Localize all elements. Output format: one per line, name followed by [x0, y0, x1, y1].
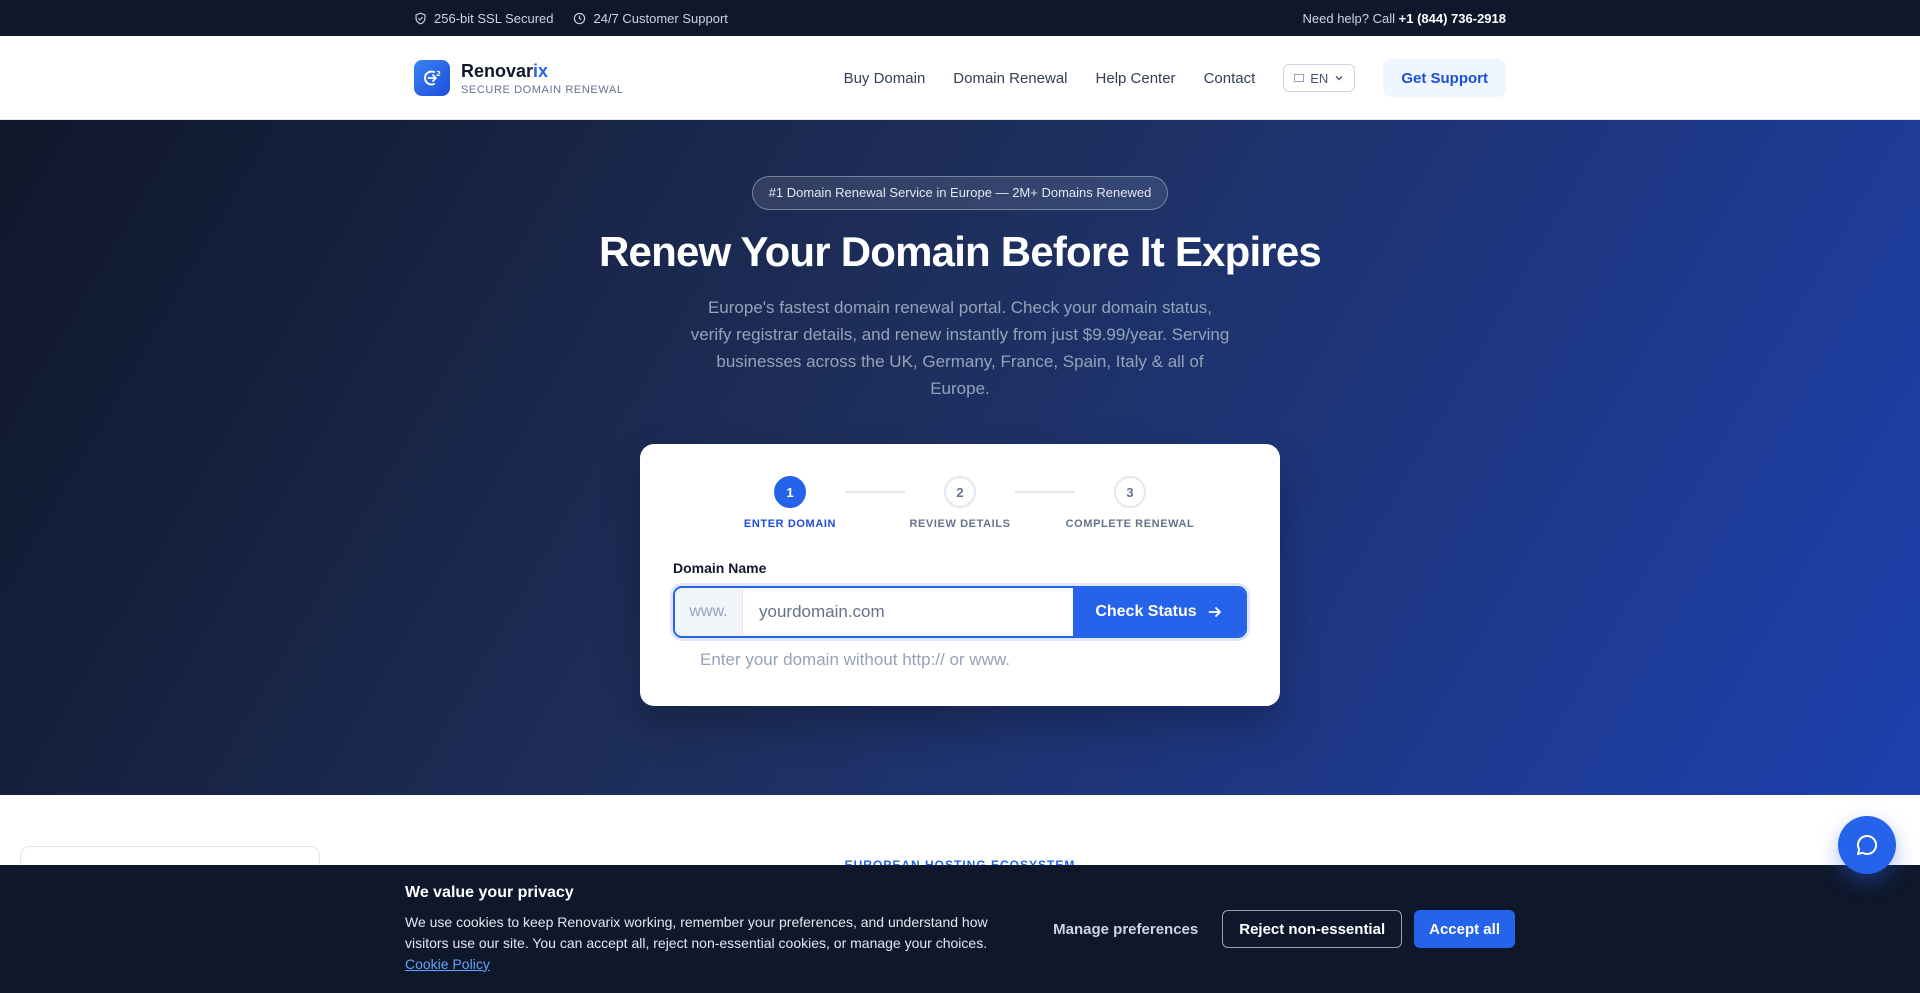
hero-title: Renew Your Domain Before It Expires	[599, 228, 1322, 275]
step-connector	[1015, 491, 1075, 493]
brand-logo[interactable]: 2 Renovarix SECURE DOMAIN RENEWAL	[414, 60, 624, 96]
svg-text:2: 2	[436, 70, 441, 78]
step-enter-domain: 1 ENTER DOMAIN	[735, 476, 845, 530]
chevron-down-icon	[1335, 76, 1343, 81]
step-number: 1	[774, 476, 806, 508]
step-label: REVIEW DETAILS	[909, 518, 1011, 530]
hero-section: #1 Domain Renewal Service in Europe — 2M…	[0, 120, 1920, 795]
phone-link[interactable]: +1 (844) 736-2918	[1399, 11, 1506, 26]
hero-subtitle: Europe's fastest domain renewal portal. …	[690, 298, 1230, 398]
domain-check-card: 1 ENTER DOMAIN 2 REVIEW DETAILS 3 COMPLE…	[640, 444, 1280, 706]
reject-non-essential-button[interactable]: Reject non-essential	[1222, 910, 1403, 948]
domain-field-label: Domain Name	[673, 560, 767, 576]
domain-hint: Enter your domain without http:// or www…	[700, 650, 1010, 669]
step-number: 2	[944, 476, 976, 508]
language-selector[interactable]: EN	[1283, 64, 1356, 92]
nav-contact[interactable]: Contact	[1204, 70, 1256, 87]
www-prefix: www.	[675, 588, 743, 636]
support-hours-text: 24/7 Customer Support	[593, 10, 728, 26]
arrow-right-icon	[1208, 607, 1221, 617]
brand-name-main: Renovar	[461, 60, 534, 81]
cookie-body-text: We use cookies to keep Renovarix working…	[405, 913, 988, 951]
check-status-button[interactable]: Check Status	[1073, 588, 1245, 636]
chat-button[interactable]	[1838, 816, 1896, 874]
nav-help-center[interactable]: Help Center	[1096, 70, 1176, 87]
site-header: 2 Renovarix SECURE DOMAIN RENEWAL Buy Do…	[0, 36, 1920, 120]
check-status-label: Check Status	[1095, 603, 1197, 620]
domain-input[interactable]	[743, 588, 1073, 636]
cookie-title: We value your privacy	[405, 883, 574, 901]
support-hours: 24/7 Customer Support	[573, 10, 728, 26]
manage-preferences-button[interactable]: Manage preferences	[1041, 910, 1210, 948]
hero-badge: #1 Domain Renewal Service in Europe — 2M…	[751, 176, 1169, 210]
nav-buy-domain[interactable]: Buy Domain	[844, 70, 926, 87]
brand-name: Renovarix	[461, 61, 624, 81]
step-connector	[845, 491, 905, 493]
get-support-button[interactable]: Get Support	[1383, 59, 1506, 97]
progress-steps: 1 ENTER DOMAIN 2 REVIEW DETAILS 3 COMPLE…	[673, 476, 1247, 530]
logo-icon: 2	[414, 60, 450, 96]
ssl-text: 256-bit SSL Secured	[434, 10, 554, 26]
accept-all-button[interactable]: Accept all	[1414, 910, 1515, 948]
chat-bubble-icon	[1857, 834, 1878, 855]
clock-icon	[574, 12, 586, 24]
brand-tagline: SECURE DOMAIN RENEWAL	[461, 83, 624, 96]
brand-name-accent: ix	[533, 60, 549, 81]
cookie-banner: We value your privacy We use cookies to …	[0, 865, 1920, 993]
step-complete-renewal: 3 COMPLETE RENEWAL	[1066, 476, 1194, 530]
main-nav: Buy Domain Domain Renewal Help Center Co…	[816, 59, 1506, 97]
step-label: ENTER DOMAIN	[743, 518, 837, 530]
top-utility-bar: 256-bit SSL Secured 24/7 Customer Suppor…	[0, 0, 1920, 36]
step-number: 3	[1114, 476, 1146, 508]
cookie-actions: Manage preferences Reject non-essential …	[1041, 910, 1515, 948]
domain-input-group: www. Check Status	[673, 586, 1247, 638]
cookie-policy-link[interactable]: Cookie Policy	[405, 956, 490, 972]
ssl-badge: 256-bit SSL Secured	[414, 11, 553, 26]
step-review-details: 2 REVIEW DETAILS	[905, 476, 1015, 530]
shield-check-icon	[415, 12, 426, 24]
cookie-body: We use cookies to keep Renovarix working…	[405, 912, 1005, 975]
nav-domain-renewal[interactable]: Domain Renewal	[953, 70, 1067, 87]
step-label: COMPLETE RENEWAL	[1065, 518, 1195, 530]
flag-icon	[1294, 74, 1305, 82]
help-phone: Need help? Call +1 (844) 736-2918	[1303, 11, 1506, 26]
help-prefix: Need help? Call	[1302, 10, 1396, 26]
language-value: EN	[1310, 70, 1329, 86]
